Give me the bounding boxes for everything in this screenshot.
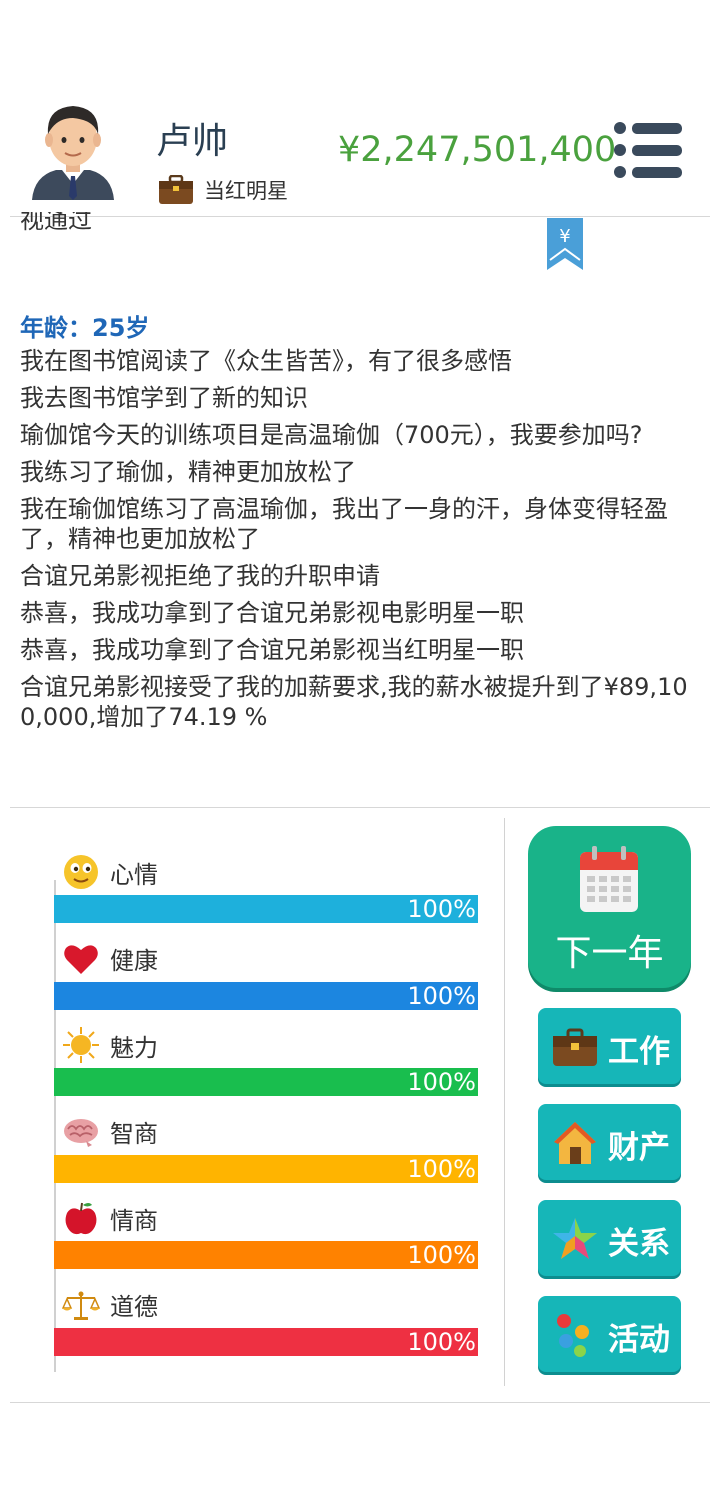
- stat-morality: 道德 100%: [54, 1281, 478, 1368]
- stat-label: 道德: [110, 1293, 158, 1321]
- avatar[interactable]: [28, 100, 118, 200]
- stat-label: 心情: [110, 860, 158, 889]
- stat-label: 魅力: [110, 1033, 158, 1062]
- stat-bar: 100%: [54, 981, 478, 1010]
- event-log: 年龄：25岁 我在图书馆阅读了《众生皆苦》，有了很多感悟 我去图书馆学到了新的知…: [20, 310, 700, 739]
- relations-label: 关系: [608, 1226, 670, 1262]
- relations-button[interactable]: 关系: [538, 1200, 681, 1276]
- panel-divider: [504, 818, 505, 1386]
- work-button[interactable]: 工作: [538, 1008, 681, 1084]
- stat-value: 100%: [407, 1154, 476, 1183]
- apple-icon: [65, 1202, 97, 1235]
- stat-value: 100%: [407, 895, 476, 923]
- stat-bar: 100%: [54, 1154, 478, 1183]
- log-entry: 合谊兄弟影视拒绝了我的升职申请: [20, 562, 380, 590]
- next-year-label: 下一年: [555, 933, 664, 974]
- activity-dots-icon: [557, 1314, 589, 1357]
- menu-icon[interactable]: [612, 120, 684, 180]
- log-entry: 合谊兄弟影视接受了我的加薪要求,我的薪水被提升到了¥89,100,000,增加了…: [20, 673, 688, 731]
- property-label: 财产: [608, 1130, 670, 1166]
- section-divider: [10, 807, 710, 808]
- activities-button[interactable]: 活动: [538, 1296, 681, 1372]
- stat-value: 100%: [407, 981, 476, 1010]
- sun-icon: [63, 1027, 99, 1063]
- stat-health: 健康 100%: [54, 935, 478, 1022]
- brain-icon: [64, 1118, 98, 1147]
- stat-eq: 情商 100%: [54, 1194, 478, 1281]
- log-entry: 我去图书馆学到了新的知识: [20, 384, 308, 412]
- log-entry: 我在图书馆阅读了《众生皆苦》，有了很多感悟: [20, 347, 512, 375]
- profile-header: 卢帅 当红明星 ¥2,247,501,400: [0, 90, 720, 218]
- log-entry: 恭喜，我成功拿到了合谊兄弟影视当红明星一职: [20, 636, 524, 664]
- bookmark-icon[interactable]: ¥: [546, 218, 584, 272]
- scales-icon: [62, 1291, 100, 1320]
- stat-label: 情商: [110, 1206, 158, 1235]
- star-icon: [553, 1218, 597, 1259]
- next-year-button[interactable]: 下一年: [528, 826, 691, 988]
- stat-label: 健康: [110, 947, 158, 975]
- log-cut-line-text: 视通过: [20, 212, 92, 234]
- footer-divider: [10, 1402, 710, 1403]
- log-entry: 我练习了瑜伽，精神更加放松了: [20, 458, 356, 486]
- stat-bar: 100%: [54, 895, 478, 923]
- heart-icon: [64, 944, 98, 974]
- stat-mood: 心情 100%: [54, 848, 478, 935]
- stat-iq: 智商 100%: [54, 1108, 478, 1195]
- stat-value: 100%: [407, 1068, 476, 1096]
- money-balance: ¥2,247,501,400: [338, 130, 617, 170]
- player-name: 卢帅: [156, 121, 229, 162]
- stat-value: 100%: [407, 1241, 476, 1269]
- age-heading: 年龄：25岁: [20, 314, 150, 342]
- stat-bar: 100%: [54, 1241, 478, 1269]
- smiley-icon: [64, 855, 98, 889]
- property-button[interactable]: 财产: [538, 1104, 681, 1180]
- stat-bar: 100%: [54, 1068, 478, 1096]
- stat-charm: 魅力 100%: [54, 1021, 478, 1108]
- log-cut-line: 视通过: [20, 212, 140, 236]
- svg-text:¥: ¥: [559, 226, 570, 247]
- log-entry: 我在瑜伽馆练习了高温瑜伽，我出了一身的汗，身体变得轻盈了，精神也更加放松了: [20, 495, 668, 553]
- job-title: 当红明星: [158, 172, 288, 208]
- briefcase-icon: [159, 175, 193, 204]
- activities-label: 活动: [608, 1322, 670, 1358]
- stats-panel: 心情 100% 健康 100% 魅力 100% 智商 100% 情商 100% …: [54, 848, 478, 1367]
- briefcase-icon: [553, 1028, 597, 1066]
- calendar-icon: [580, 846, 638, 912]
- log-entry: 恭喜，我成功拿到了合谊兄弟影视电影明星一职: [20, 599, 524, 627]
- stat-value: 100%: [407, 1327, 476, 1356]
- house-icon: [554, 1122, 596, 1164]
- log-entry: 瑜伽馆今天的训练项目是高温瑜伽（700元），我要参加吗?: [20, 421, 643, 449]
- stat-bar: 100%: [54, 1327, 478, 1356]
- work-label: 工作: [608, 1034, 670, 1070]
- stat-label: 智商: [110, 1120, 158, 1148]
- job-label: 当红明星: [204, 179, 288, 203]
